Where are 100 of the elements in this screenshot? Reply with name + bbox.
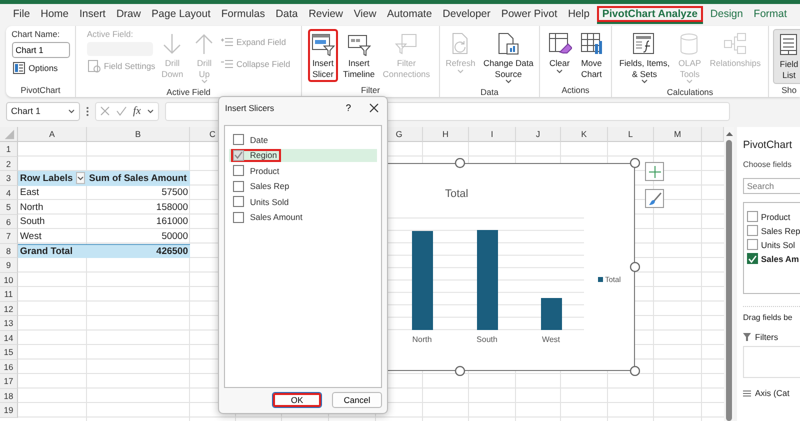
ribbon-tab[interactable]: Design (707, 6, 746, 24)
enter-icon[interactable] (116, 106, 127, 116)
list-item[interactable]: Units Sold (229, 195, 377, 208)
ribbon-tab[interactable]: Formulas (218, 6, 268, 24)
ribbon-tab[interactable]: Format (750, 6, 790, 24)
row-number[interactable]: 4 (0, 186, 18, 200)
document-chart-icon (496, 32, 520, 56)
field-name[interactable]: Product (761, 212, 790, 222)
ribbon-tab[interactable]: Help (564, 6, 593, 24)
column-header[interactable]: J (516, 127, 561, 142)
ribbon-button[interactable]: Fields, Items, & Sets (616, 29, 673, 88)
ribbon-tab[interactable]: View (350, 6, 380, 24)
row-number[interactable]: 7 (0, 229, 18, 244)
cancel-icon[interactable] (100, 106, 110, 116)
filter-icon (394, 32, 418, 56)
search-field[interactable]: Search (743, 178, 800, 194)
chart-elements-button[interactable] (645, 162, 664, 181)
row-number[interactable]: 5 (0, 200, 18, 214)
checkbox[interactable] (233, 150, 244, 161)
chart-name-field[interactable]: Chart 1 (12, 42, 70, 58)
total-cell: 426500 (87, 244, 190, 258)
ribbon-tab[interactable]: Draw (113, 6, 144, 24)
column-header[interactable]: A (18, 127, 87, 142)
list-item[interactable]: Sales Amount (229, 210, 377, 224)
group-label: Calculations (666, 87, 714, 98)
ribbon-tab[interactable]: PivotChart Analyze (597, 6, 703, 24)
resize-handle[interactable] (630, 262, 640, 272)
ok-button[interactable]: OK (272, 392, 322, 408)
row-number[interactable]: 15 (0, 345, 18, 360)
row-number[interactable]: 18 (0, 388, 18, 403)
field-label: Active Field: (86, 29, 134, 39)
ribbon-tab[interactable]: Page Layout (148, 6, 214, 24)
row-number[interactable]: 10 (0, 272, 18, 287)
resize-handle[interactable] (630, 366, 640, 376)
row-number[interactable]: 13 (0, 316, 18, 330)
resize-handle[interactable] (630, 158, 640, 168)
checkbox[interactable] (747, 225, 758, 236)
ribbon-button[interactable]: Field List (773, 29, 800, 84)
column-header[interactable]: L (608, 127, 654, 142)
row-number[interactable]: 3 (0, 171, 18, 186)
row-number[interactable]: 14 (0, 330, 18, 345)
ribbon-button[interactable]: Insert Timeline (340, 29, 378, 82)
field-list-icon (777, 33, 800, 57)
field-name[interactable]: Units Sol (761, 240, 796, 250)
scrollbar-thumb[interactable] (726, 140, 732, 421)
row-number[interactable]: 11 (0, 287, 18, 302)
list-item[interactable]: Product (229, 164, 377, 178)
row-number[interactable]: 9 (0, 258, 18, 272)
ribbon-tab[interactable]: Data (272, 6, 301, 24)
scroll-up-icon[interactable] (726, 131, 732, 136)
ribbon-button[interactable]: Clear (544, 29, 574, 77)
field-name[interactable]: Sales Rep (761, 226, 800, 236)
row-number[interactable]: 16 (0, 360, 18, 374)
ribbon-button[interactable]: Move Chart (576, 29, 606, 82)
name-box[interactable]: Chart 1 (6, 102, 80, 120)
insert-function-button[interactable]: fx (133, 105, 141, 117)
column-header[interactable]: H (423, 127, 469, 142)
filter-dropdown-button[interactable] (76, 172, 85, 184)
row-number[interactable]: 19 (0, 403, 18, 418)
checkbox[interactable] (233, 196, 244, 208)
row-number[interactable]: 1 (0, 142, 18, 156)
group-label: Filter (360, 85, 381, 95)
table-cell-text: East (19, 186, 40, 200)
table-cell-text: West (19, 230, 42, 244)
row-number[interactable]: 6 (0, 214, 18, 229)
ribbon-tab[interactable]: Automate (384, 6, 435, 24)
column-header[interactable]: M (654, 127, 702, 142)
ribbon-button[interactable]: Insert Slicer (308, 29, 338, 82)
column-header[interactable]: I (469, 127, 516, 142)
ribbon-tab[interactable]: Home (38, 6, 72, 24)
checkbox[interactable] (747, 211, 758, 222)
chart-styles-button[interactable] (645, 189, 664, 208)
ribbon-tab[interactable]: Review (306, 6, 346, 24)
row-number[interactable]: 2 (0, 156, 18, 171)
ribbon-tab[interactable]: Insert (76, 6, 109, 24)
checkbox[interactable] (233, 134, 244, 146)
options-button[interactable]: Options (12, 61, 70, 75)
column-header[interactable]: B (87, 127, 190, 142)
ribbon-button[interactable]: Change Data Source (480, 29, 536, 88)
close-button[interactable] (367, 101, 381, 115)
row-number[interactable]: 12 (0, 302, 18, 316)
ribbon-tab[interactable]: File (10, 6, 33, 24)
help-button[interactable]: ? (344, 102, 353, 114)
checkbox[interactable] (747, 253, 758, 264)
ribbon-tab[interactable]: Power Pivot (498, 6, 560, 24)
list-item[interactable]: Sales Rep (229, 180, 377, 193)
row-number[interactable]: 17 (0, 374, 18, 388)
cancel-button[interactable]: Cancel (332, 392, 382, 408)
row-number[interactable]: 8 (0, 244, 18, 258)
checkbox[interactable] (233, 165, 244, 176)
more-icon[interactable] (86, 106, 89, 116)
resize-handle[interactable] (454, 366, 466, 376)
resize-handle[interactable] (454, 158, 466, 168)
checkbox[interactable] (747, 239, 758, 250)
checkbox[interactable] (233, 212, 244, 223)
field-name[interactable]: Sales Am (761, 254, 799, 264)
checkbox[interactable] (233, 180, 244, 192)
column-header[interactable]: K (561, 127, 608, 142)
ribbon-tab[interactable]: Developer (440, 6, 494, 24)
list-item[interactable]: Region (229, 148, 377, 162)
